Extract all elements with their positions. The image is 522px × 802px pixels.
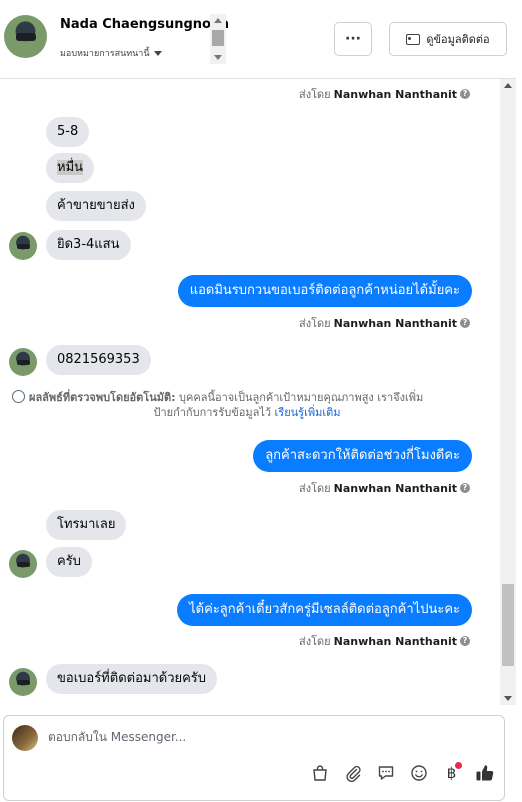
scroll-thumb[interactable]	[502, 584, 514, 666]
thumbs-up-icon[interactable]	[473, 762, 496, 785]
outgoing-message[interactable]: ได้ค่ะลูกค้าเดี๋ยวสักครู่มีเซลล์ติดต่อลู…	[177, 594, 472, 626]
incoming-message[interactable]: ครับ	[46, 547, 92, 577]
scroll-thumb[interactable]	[212, 30, 224, 46]
info-icon[interactable]: ?	[460, 318, 470, 328]
contact-card-icon	[406, 33, 421, 45]
page-avatar	[12, 725, 38, 751]
assign-label: มอบหมายการสนทนานี้	[60, 49, 150, 59]
outgoing-message[interactable]: ลูกค้าสะดวกให้ติดต่อช่วงกี่โมงดีคะ	[253, 440, 472, 472]
sender-avatar[interactable]	[9, 232, 37, 260]
scroll-up-icon[interactable]	[504, 83, 512, 88]
contact-name[interactable]: Nada Chaengsungnoen	[60, 17, 229, 32]
sender-avatar[interactable]	[9, 550, 37, 578]
header-scrollbar[interactable]	[210, 14, 226, 64]
sender-avatar[interactable]	[9, 348, 37, 376]
incoming-message[interactable]: 5-8	[46, 117, 90, 147]
ai-note-title: ผลลัพธ์ที่ตรวจพบโดยอัตโนมัติ:	[29, 391, 176, 404]
info-icon[interactable]: ?	[460, 89, 470, 99]
incoming-message[interactable]: ขอเบอร์ที่ติดต่อมาด้วยครับ	[46, 664, 218, 694]
agent-name: Nanwhan Nanthanit	[333, 316, 457, 330]
incoming-message[interactable]: หมื่น	[46, 153, 95, 183]
saved-replies-icon[interactable]	[374, 762, 397, 785]
more-options-button[interactable]: ···	[334, 22, 372, 56]
contact-avatar[interactable]	[4, 15, 47, 58]
info-icon[interactable]: ?	[460, 636, 470, 646]
reply-input[interactable]	[48, 730, 468, 744]
ai-note-text-2: ป้ายกำกับการรับข้อมูลไว้	[153, 406, 272, 419]
scroll-down-icon[interactable]	[504, 696, 512, 701]
conversation-scrollbar[interactable]	[500, 79, 516, 705]
shopping-bag-icon[interactable]	[308, 762, 331, 785]
outgoing-message[interactable]: แอดมินรบกวนขอเบอร์ติดต่อลูกค้าหน่อยได้มั…	[177, 275, 472, 307]
payment-icon[interactable]: ฿	[440, 761, 463, 785]
contact-info-label: ดูข้อมูลติดต่อ	[426, 33, 490, 46]
scroll-down-icon[interactable]	[214, 55, 222, 60]
caret-down-icon	[153, 50, 162, 56]
sent-by-line: ส่งโดย Nanwhan Nanthanit ?	[299, 479, 470, 497]
message-list[interactable]: ส่งโดย Nanwhan Nanthanit ? 5-8 หมื่น ค้า…	[0, 79, 500, 705]
view-contact-info-button[interactable]: ดูข้อมูลติดต่อ	[389, 22, 507, 56]
ai-detect-icon	[12, 390, 25, 403]
more-icon: ···	[345, 31, 361, 47]
scroll-up-icon[interactable]	[214, 18, 222, 23]
sent-by-line: ส่งโดย Nanwhan Nanthanit ?	[299, 85, 470, 103]
sent-by-line: ส่งโดย Nanwhan Nanthanit ?	[299, 632, 470, 650]
ai-note-text: บุคคลนี้อาจเป็นลูกค้าเป้าหมายคุณภาพสูง เ…	[179, 391, 424, 404]
emoji-icon[interactable]	[407, 762, 430, 785]
highlighted-text: หมื่น	[57, 160, 84, 175]
info-icon[interactable]: ?	[460, 483, 470, 493]
learn-more-link[interactable]: เรียนรู้เพิ่มเติม	[275, 406, 341, 419]
incoming-message[interactable]: ยิด3-4แสน	[46, 230, 131, 260]
assign-conversation-dropdown[interactable]: มอบหมายการสนทนานี้	[60, 46, 162, 60]
auto-detected-note: ผลลัพธ์ที่ตรวจพบโดยอัตโนมัติ: บุคคลนี้อา…	[12, 390, 482, 420]
notification-dot	[455, 761, 462, 769]
agent-name: Nanwhan Nanthanit	[333, 481, 457, 495]
sender-avatar[interactable]	[9, 668, 37, 696]
reply-composer: ฿	[3, 715, 505, 801]
sent-by-line: ส่งโดย Nanwhan Nanthanit ?	[299, 314, 470, 332]
incoming-message[interactable]: โทรมาเลย	[46, 510, 127, 540]
incoming-message[interactable]: ค้าขายขายส่ง	[46, 191, 146, 221]
agent-name: Nanwhan Nanthanit	[333, 87, 457, 101]
paperclip-icon[interactable]	[341, 762, 364, 785]
composer-toolbar: ฿	[308, 760, 496, 786]
conversation-header: Nada Chaengsungnoen มอบหมายการสนทนานี้ ·…	[0, 0, 516, 79]
incoming-message[interactable]: 0821569353	[46, 345, 151, 375]
agent-name: Nanwhan Nanthanit	[333, 634, 457, 648]
